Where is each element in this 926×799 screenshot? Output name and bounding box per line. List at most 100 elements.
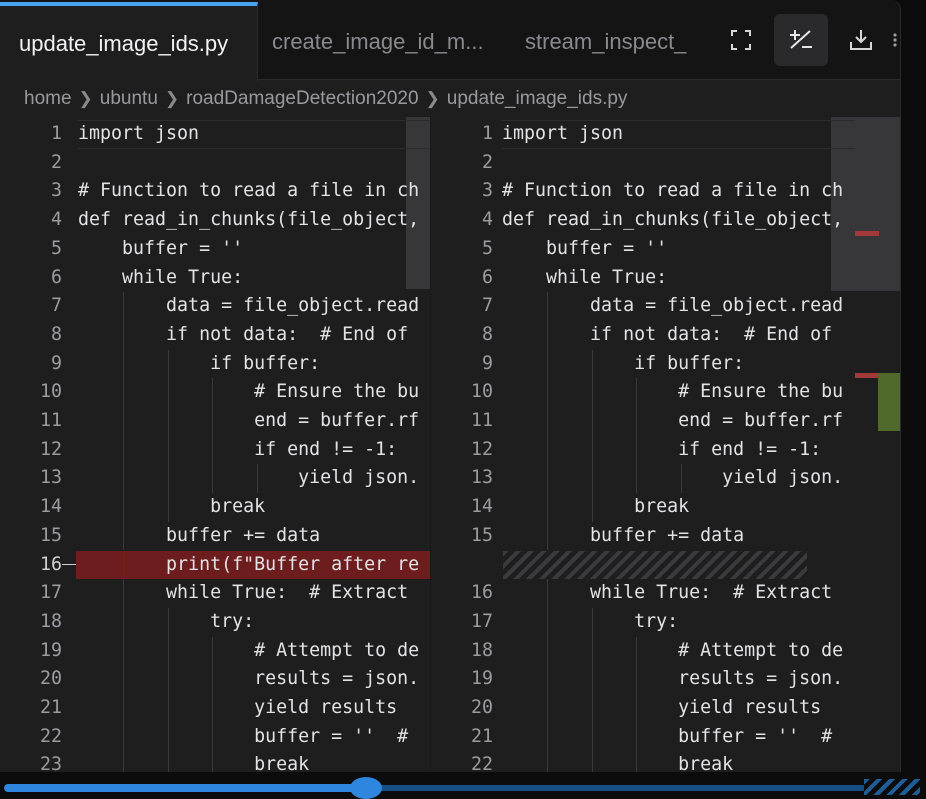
code-line[interactable]: 14 break [0, 493, 430, 522]
code-line[interactable]: 10 # Ensure the bu [431, 378, 900, 407]
indent-guide [212, 435, 214, 465]
code-line[interactable]: 17 try: [431, 608, 900, 637]
code-line[interactable]: 17 while True: # Extract [0, 579, 430, 608]
line-number: 12 [470, 438, 493, 460]
code-line[interactable]: 8 if not data: # End of [431, 321, 900, 350]
chevron-right-icon: ❯ [78, 89, 93, 108]
code-line[interactable]: 1 import json [431, 120, 900, 149]
code-line[interactable]: 16 while True: # Extract [431, 579, 900, 608]
indent-guide [636, 435, 638, 465]
code-line[interactable]: 12 if end != -1: [431, 436, 900, 465]
line-number: 20 [39, 668, 62, 690]
code-line[interactable]: 15 buffer += data [0, 522, 430, 551]
code-text: try: [78, 610, 255, 632]
code-line[interactable]: 22 break [431, 751, 900, 772]
indent-guide [122, 665, 124, 694]
code-text: def read_in_chunks(file_object, [502, 209, 844, 231]
indent-guide [591, 636, 593, 666]
code-line[interactable]: 21 yield results [0, 694, 430, 723]
code-line[interactable]: 18 # Attempt to de [431, 637, 900, 666]
indent-guide [546, 579, 548, 608]
line-number: 2 [481, 151, 493, 173]
indent-guide [167, 694, 169, 723]
code-line[interactable]: 21 buffer = '' # [431, 723, 900, 752]
code-text: buffer = '' # [502, 725, 833, 747]
code-line[interactable]: 20 yield results [431, 694, 900, 723]
tab-create-image-id[interactable]: create_image_id_m... [272, 4, 508, 80]
code-line[interactable]: 5 buffer = '' [431, 235, 900, 264]
deleted-code-line[interactable]: 16 print(f"Buffer after re [0, 550, 430, 580]
code-text: if end != -1: [502, 438, 822, 460]
code-line[interactable]: 7 data = file_object.read [431, 292, 900, 321]
fullscreen-button[interactable] [714, 14, 768, 66]
breadcrumb-home[interactable]: home [24, 88, 72, 110]
original-code-pane[interactable]: 1 import json 2 3 # Function to read a file … [0, 117, 430, 772]
indent-guide [546, 493, 548, 522]
toggle-diff-button[interactable] [774, 14, 828, 66]
code-line[interactable]: 4 def read_in_chunks(file_object, [0, 206, 430, 235]
modified-code-pane[interactable]: 1 import json 2 3 # Function to read a file … [430, 117, 900, 772]
code-line[interactable]: 14 break [431, 493, 900, 522]
code-line[interactable]: 1 import json [0, 120, 430, 149]
code-line[interactable]: 11 end = buffer.rf [431, 407, 900, 436]
code-line[interactable]: 15 buffer += data [431, 522, 900, 551]
code-line[interactable]: 10 # Ensure the bu [0, 378, 430, 407]
code-line[interactable]: 5 buffer = '' [0, 235, 430, 264]
code-line[interactable]: 7 data = file_object.read [0, 292, 430, 321]
indent-guide [212, 378, 214, 407]
code-line[interactable]: 4 def read_in_chunks(file_object, [431, 206, 900, 235]
indent-guide [122, 320, 124, 350]
code-line[interactable]: 22 buffer = '' # [0, 723, 430, 752]
indent-guide [212, 722, 214, 752]
code-line[interactable]: 12 if end != -1: [0, 436, 430, 465]
code-line[interactable]: 2 [0, 149, 430, 178]
breadcrumb-ubuntu[interactable]: ubuntu [100, 88, 158, 110]
download-button[interactable] [834, 14, 888, 66]
indent-guide [122, 722, 124, 752]
horizontal-scrollbar[interactable] [0, 777, 926, 799]
indent-guide [122, 292, 124, 321]
indent-guide [212, 751, 214, 772]
indent-guide [546, 292, 548, 321]
code-line[interactable]: 3 # Function to read a file in ch [431, 177, 900, 206]
code-text: def read_in_chunks(file_object, [78, 209, 420, 231]
indent-guide [212, 407, 214, 436]
code-line[interactable]: 6 while True: [431, 264, 900, 293]
code-line[interactable]: 19 # Attempt to de [0, 637, 430, 666]
line-number: 6 [481, 266, 493, 288]
line-number: 9 [481, 352, 493, 374]
code-line[interactable]: 18 try: [0, 608, 430, 637]
code-line[interactable]: 9 if buffer: [431, 350, 900, 379]
line-number: 22 [39, 725, 62, 747]
code-text: # Function to read a file in ch [78, 180, 420, 202]
code-line[interactable]: 3 # Function to read a file in ch [0, 177, 430, 206]
line-number: 3 [50, 180, 62, 202]
code-text: buffer = '' # [78, 725, 409, 747]
more-icon [893, 33, 897, 47]
tab-stream-inspect[interactable]: stream_inspect_ [525, 4, 705, 80]
code-line[interactable]: 13 yield json. [0, 464, 430, 493]
breadcrumb-project[interactable]: roadDamageDetection2020 [186, 88, 418, 110]
line-number: 9 [50, 352, 62, 374]
line-number: 15 [39, 524, 62, 546]
diff-filler-row[interactable] [431, 550, 900, 580]
line-number: 10 [470, 381, 493, 403]
scroll-thumb[interactable] [350, 777, 382, 799]
more-button[interactable] [888, 14, 900, 66]
indent-guide [546, 378, 548, 407]
code-line[interactable]: 11 end = buffer.rf [0, 407, 430, 436]
empty-hatch [503, 550, 807, 580]
code-line[interactable]: 2 [431, 149, 900, 178]
breadcrumb-file[interactable]: update_image_ids.py [447, 88, 628, 110]
line-number: 17 [470, 610, 493, 632]
code-line[interactable]: 9 if buffer: [0, 350, 430, 379]
code-line[interactable]: 8 if not data: # End of [0, 321, 430, 350]
indent-guide [546, 435, 548, 465]
chevron-right-icon: ❯ [164, 89, 180, 108]
code-line[interactable]: 20 results = json. [0, 665, 430, 694]
tab-update-image-ids[interactable]: update_image_ids.py [0, 2, 258, 81]
code-line[interactable]: 6 while True: [0, 264, 430, 293]
code-line[interactable]: 19 results = json. [431, 665, 900, 694]
code-line[interactable]: 23 break [0, 751, 430, 772]
code-line[interactable]: 13 yield json. [431, 464, 900, 493]
